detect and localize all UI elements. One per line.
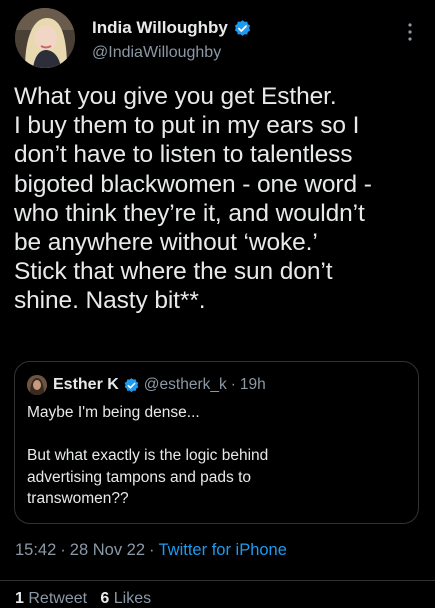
- avatar[interactable]: [15, 8, 75, 68]
- retweets-label[interactable]: Retweet: [28, 590, 87, 607]
- quoted-tweet-time: 19h: [239, 376, 266, 393]
- quoted-tweet-text: Maybe I'm being dense... But what exactl…: [27, 404, 269, 507]
- tweet-date[interactable]: 28 Nov 22: [70, 541, 145, 559]
- tweet-time[interactable]: 15:42: [15, 541, 56, 559]
- tweet-detail: India Willoughby @IndiaWilloughby What y…: [0, 0, 435, 607]
- author-handle[interactable]: @IndiaWilloughby: [92, 44, 392, 62]
- quoted-tweet-header: Esther K @estherk_k · 19h: [27, 374, 266, 396]
- more-vertical-icon[interactable]: [407, 22, 413, 42]
- author-display-name[interactable]: India Willoughby: [92, 18, 228, 38]
- quoted-author-display-name: Esther K: [53, 376, 119, 393]
- likes-label[interactable]: Likes: [114, 590, 151, 607]
- tweet-source-link[interactable]: Twitter for iPhone: [159, 541, 287, 559]
- tweet-timestamp-line: 15:42 · 28 Nov 22 · Twitter for iPhone: [15, 541, 287, 560]
- quoted-author-avatar: [27, 375, 47, 395]
- separator-dot: ·: [230, 376, 236, 393]
- retweets-count[interactable]: 1: [15, 590, 24, 607]
- verified-badge-icon: [233, 19, 252, 38]
- divider: [0, 580, 435, 581]
- separator-dot: ·: [149, 541, 155, 559]
- quoted-tweet-card[interactable]: Esther K @estherk_k · 19h Maybe I'm bein…: [14, 361, 419, 524]
- likes-count[interactable]: 6: [100, 590, 109, 607]
- tweet-text: What you give you get Esther. I buy them…: [14, 83, 372, 315]
- tweet-author: India Willoughby @IndiaWilloughby: [92, 16, 392, 62]
- separator-dot: ·: [60, 541, 66, 559]
- quoted-author-handle: @estherk_k: [143, 376, 227, 393]
- avatar-photo: [15, 8, 75, 68]
- tweet-stats: 1 Retweet 6 Likes: [15, 590, 151, 608]
- verified-badge-icon: [123, 377, 140, 394]
